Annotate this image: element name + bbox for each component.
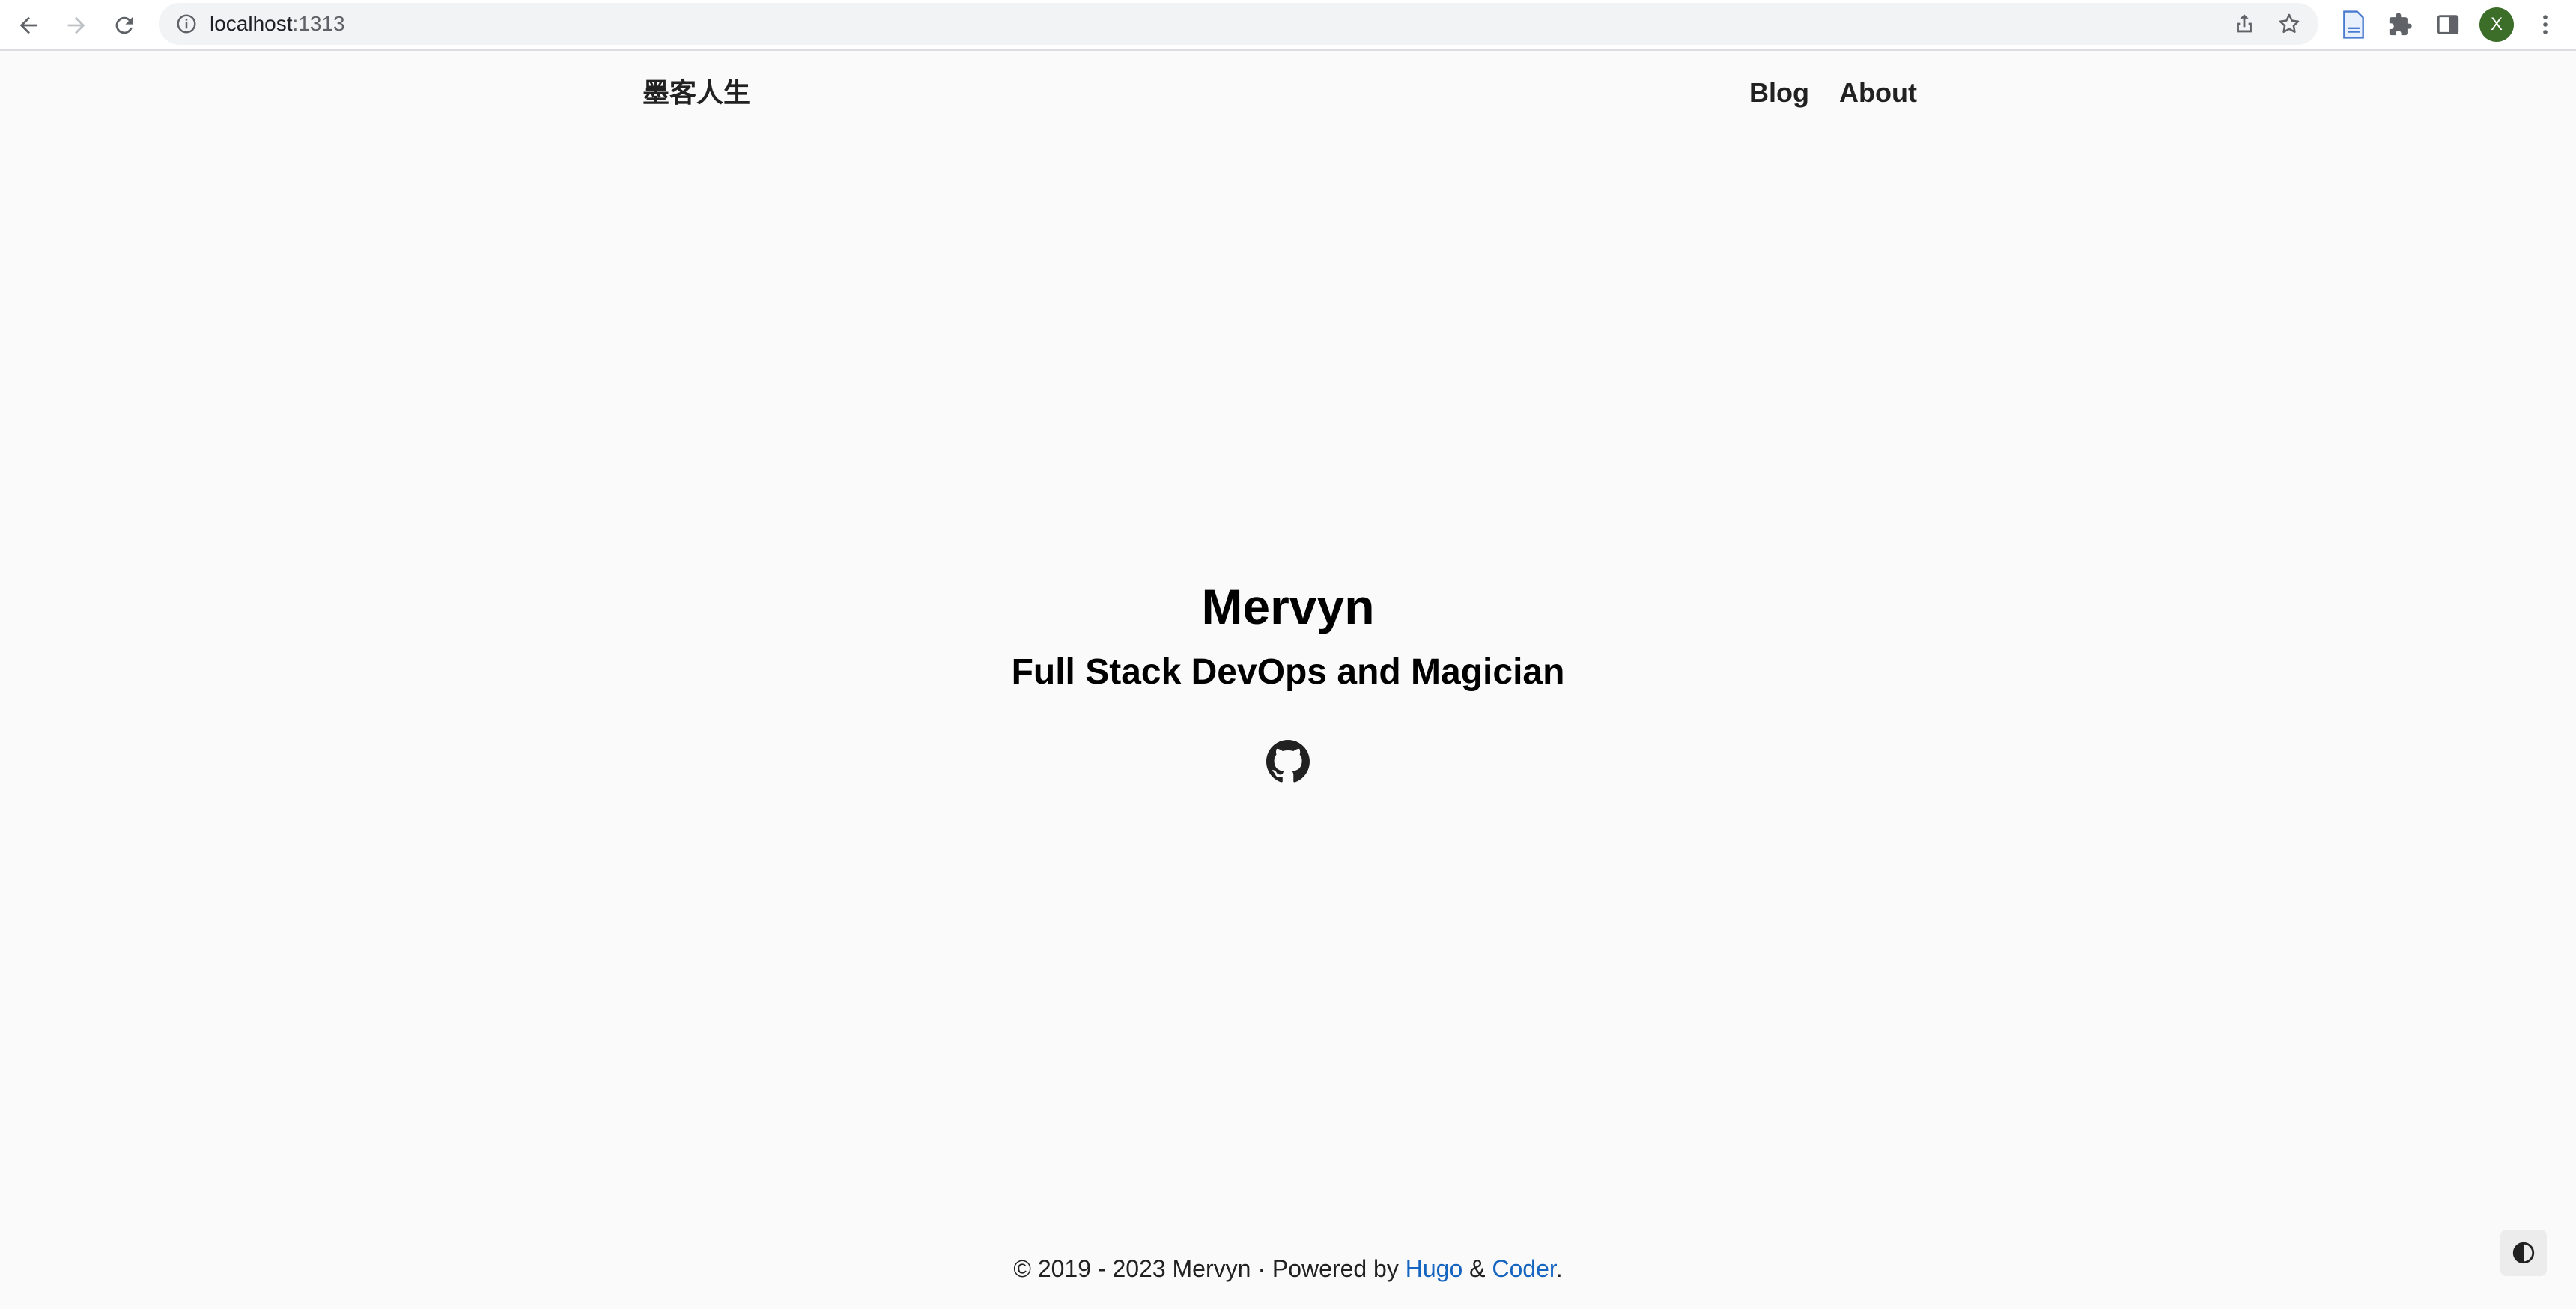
- github-link[interactable]: [1266, 740, 1310, 783]
- site-title-link[interactable]: 墨客人生: [643, 69, 750, 117]
- reload-button[interactable]: [106, 7, 142, 43]
- puzzle-icon[interactable]: [2387, 12, 2413, 37]
- github-icon: [1266, 740, 1310, 783]
- nav-link-about[interactable]: About: [1839, 69, 1917, 117]
- footer-separator: &: [1462, 1255, 1492, 1282]
- side-panel-icon[interactable]: [2435, 12, 2461, 37]
- url-text[interactable]: localhost:1313: [210, 3, 345, 45]
- document-icon[interactable]: [2341, 10, 2366, 39]
- arrow-left-icon: [19, 16, 37, 34]
- address-bar[interactable]: localhost:1313: [159, 3, 2318, 45]
- footer-link-hugo[interactable]: Hugo: [1406, 1255, 1463, 1282]
- site-header: 墨客人生 Blog About: [643, 69, 1917, 117]
- forward-button[interactable]: [58, 7, 94, 43]
- contrast-icon: [2512, 1242, 2535, 1264]
- share-icon[interactable]: [2232, 11, 2257, 37]
- footer-link-coder[interactable]: Coder: [1492, 1255, 1555, 1282]
- star-icon[interactable]: [2276, 11, 2302, 37]
- footer-copyright: © 2019 - 2023 Mervyn · Powered by: [1013, 1255, 1406, 1282]
- arrow-right-icon: [67, 16, 85, 34]
- kebab-menu-icon[interactable]: [2533, 12, 2558, 37]
- reload-icon: [115, 16, 133, 34]
- site-footer: © 2019 - 2023 Mervyn · Powered by Hugo &…: [0, 1249, 2576, 1288]
- back-button[interactable]: [10, 7, 46, 43]
- author-name: Mervyn: [1201, 579, 1375, 634]
- footer-period: .: [1555, 1255, 1563, 1282]
- author-tagline: Full Stack DevOps and Magician: [1011, 652, 1565, 692]
- theme-toggle-button[interactable]: [2500, 1230, 2547, 1276]
- profile-avatar[interactable]: X: [2479, 7, 2514, 42]
- info-icon[interactable]: [175, 13, 198, 35]
- about-hero: Mervyn Full Stack DevOps and Magician: [0, 569, 2576, 787]
- main-navigation: Blog About: [1749, 69, 1917, 117]
- browser-toolbar: localhost:1313 X: [0, 0, 2576, 51]
- nav-link-blog[interactable]: Blog: [1749, 69, 1809, 117]
